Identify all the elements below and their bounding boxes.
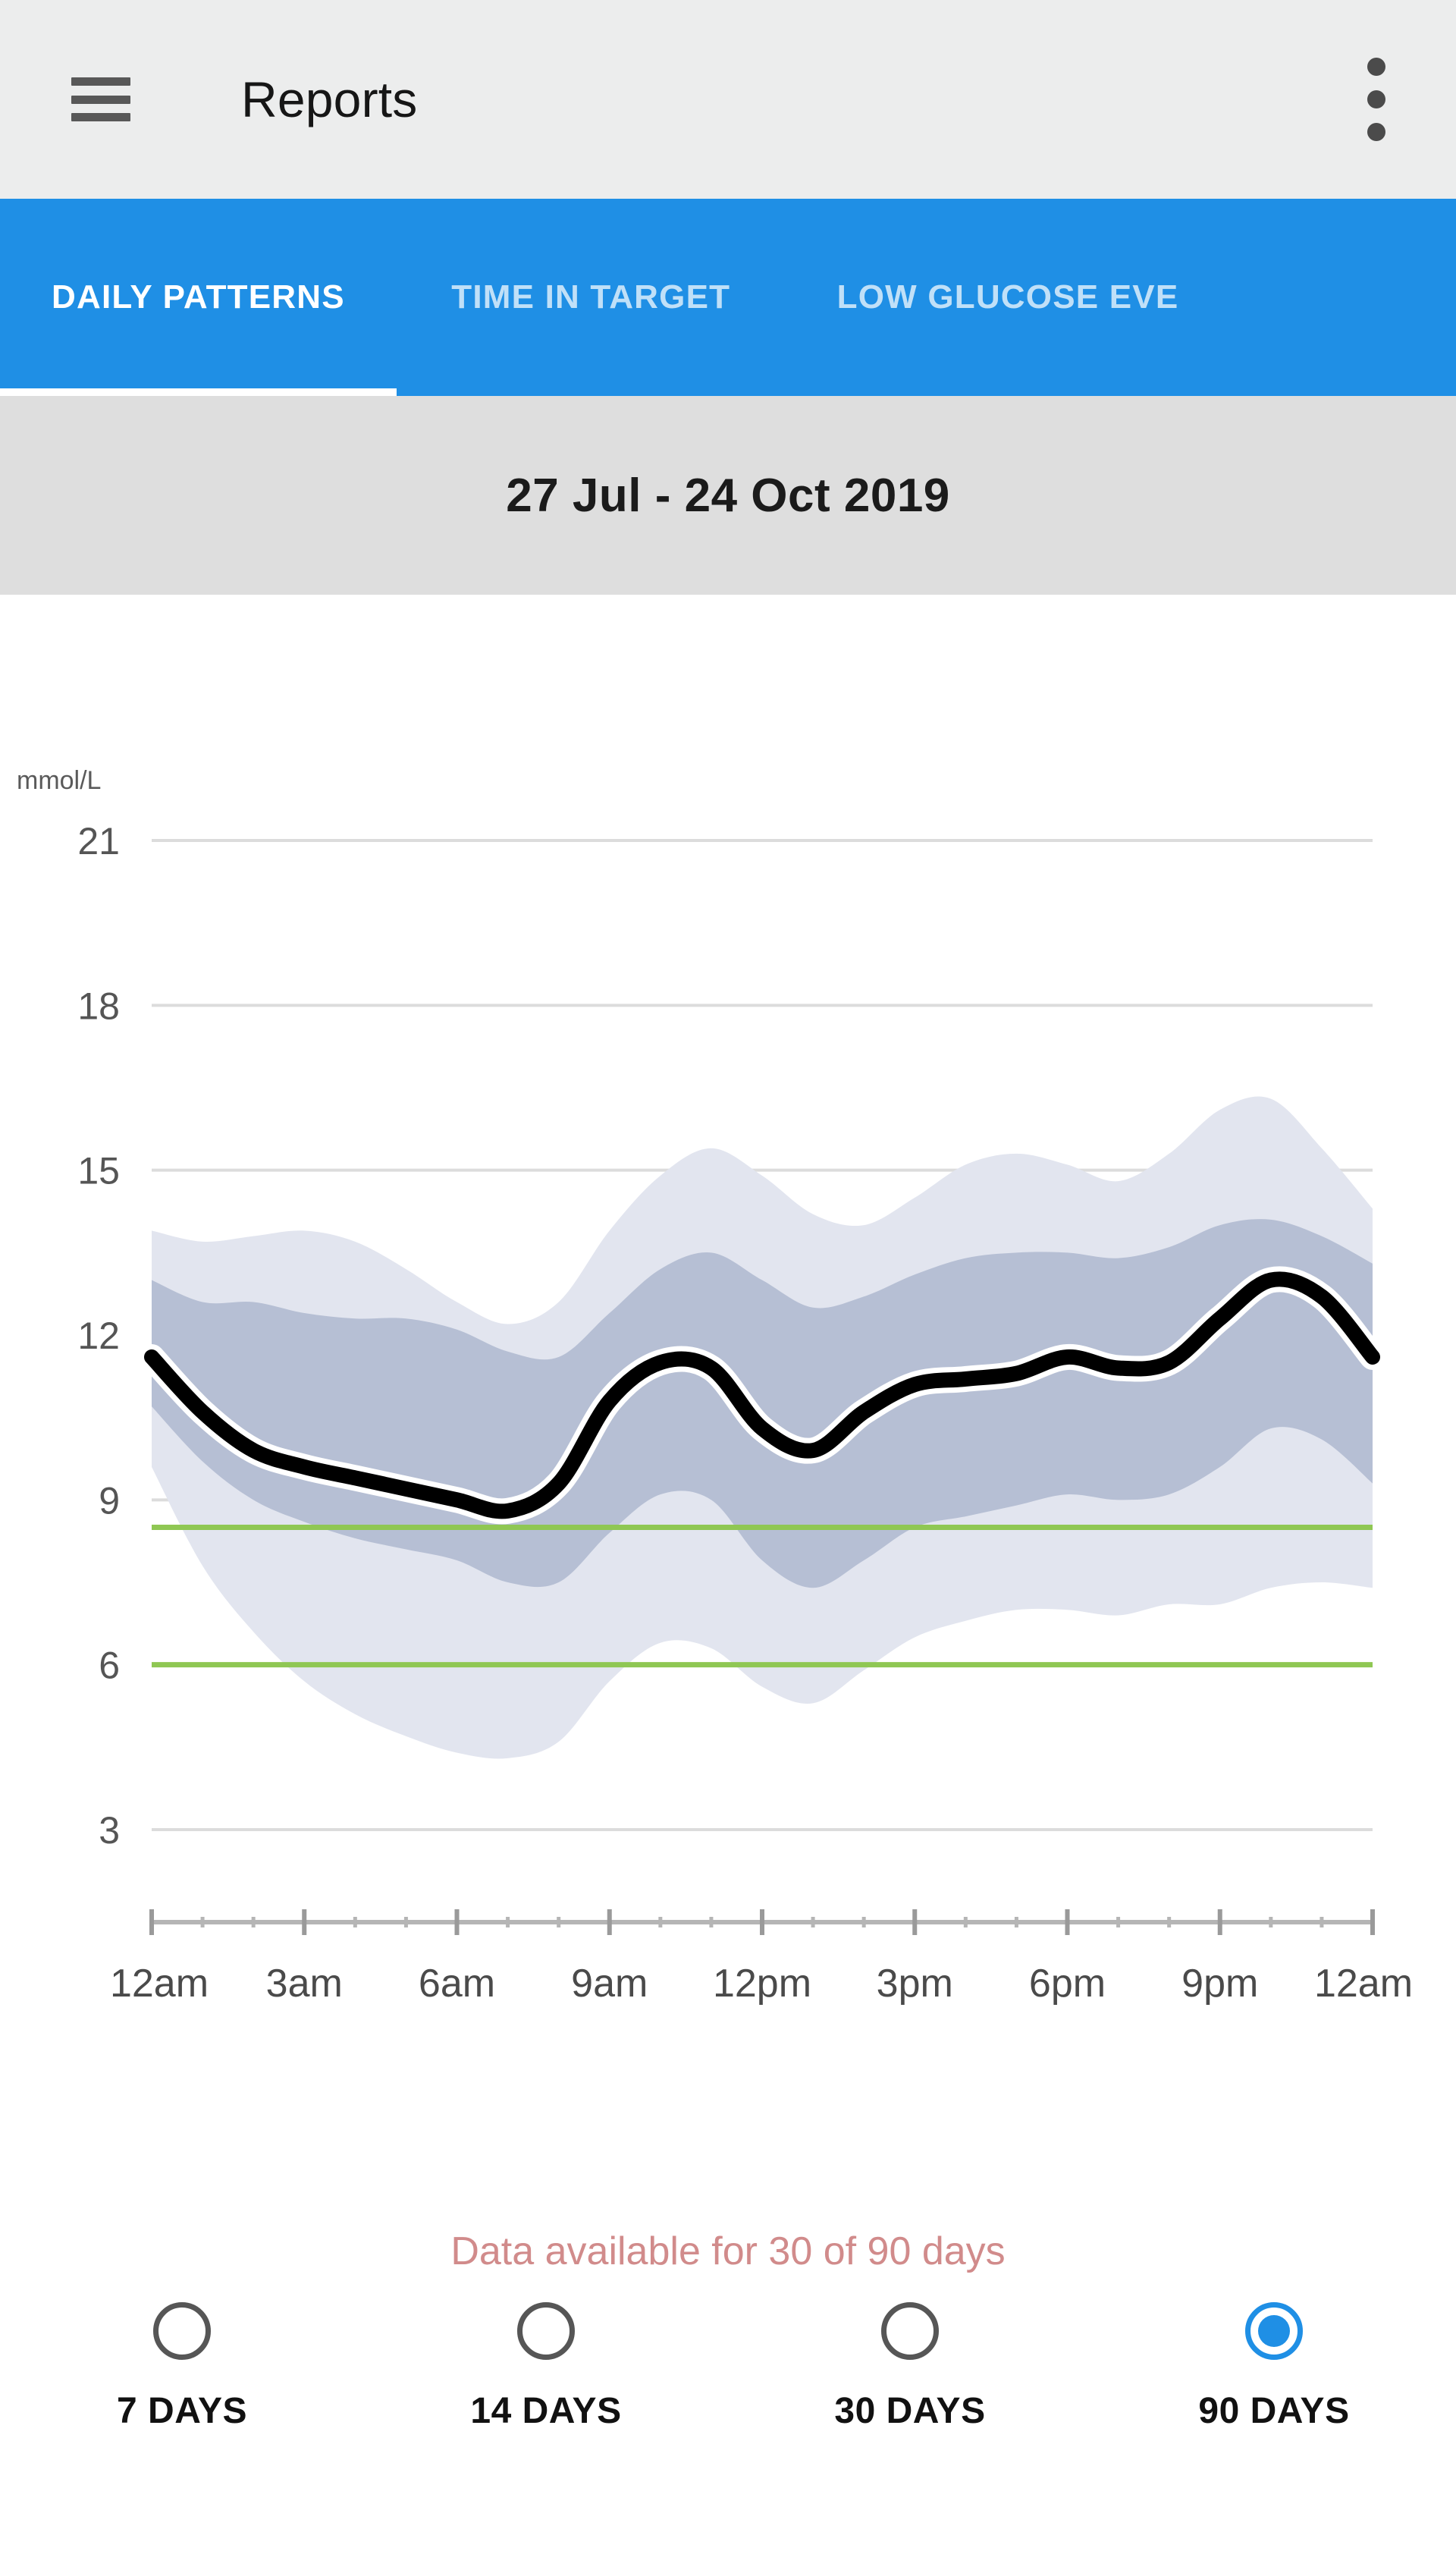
y-axis-tick-label: 3 — [99, 1809, 120, 1852]
y-axis-tick-labels: 21 18 15 12 9 6 3 — [77, 820, 120, 1852]
kebab-dot — [1367, 58, 1385, 76]
y-axis-tick-label: 21 — [77, 820, 120, 862]
x-axis-tick-label: 12am — [1314, 1962, 1413, 2006]
date-range-text: 27 Jul - 24 Oct 2019 — [506, 469, 950, 522]
y-axis-tick-label: 18 — [77, 985, 120, 1027]
x-axis — [149, 1909, 1375, 1935]
radio-circle-icon — [517, 2302, 575, 2360]
radio-circle-icon — [153, 2302, 211, 2360]
range-option-label: 7 DAYS — [117, 2391, 247, 2431]
glucose-percentile-chart: mmol/L 21 18 15 12 9 6 3 12am 3am 6am 9am 12pm 3pm 6… — [17, 766, 1413, 2006]
y-axis-tick-label: 9 — [99, 1479, 120, 1522]
more-vertical-icon[interactable] — [1367, 58, 1386, 141]
range-option-7-days[interactable]: 7 DAYS — [0, 2302, 364, 2432]
tab-bar: DAILY PATTERNS TIME IN TARGET LOW GLUCOS… — [0, 199, 1456, 396]
hamburger-bar — [71, 113, 130, 121]
x-axis-tick-label: 12pm — [713, 1962, 811, 2006]
y-axis-tick-label: 6 — [99, 1645, 120, 1687]
x-axis-tick-label: 9am — [571, 1962, 648, 2006]
hamburger-menu-icon[interactable] — [71, 77, 130, 121]
hamburger-bar — [71, 95, 130, 104]
data-availability-note: Data available for 30 of 90 days — [450, 2229, 1006, 2273]
radio-circle-icon — [881, 2302, 939, 2360]
range-option-label: 90 DAYS — [1198, 2391, 1350, 2431]
y-axis-tick-label: 15 — [77, 1150, 120, 1192]
y-axis-tick-label: 12 — [77, 1315, 120, 1357]
hamburger-bar — [71, 77, 130, 86]
x-axis-tick-labels: 12am 3am 6am 9am 12pm 3pm 6pm 9pm 12am — [110, 1962, 1413, 2006]
tab-time-in-target[interactable]: TIME IN TARGET — [400, 199, 782, 396]
tab-label: DAILY PATTERNS — [52, 278, 345, 316]
y-axis-unit-label: mmol/L — [17, 766, 101, 795]
tab-label: LOW GLUCOSE EVE — [836, 278, 1179, 316]
range-option-30-days[interactable]: 30 DAYS — [728, 2302, 1092, 2432]
tab-daily-patterns[interactable]: DAILY PATTERNS — [0, 199, 397, 396]
range-option-14-days[interactable]: 14 DAYS — [364, 2302, 728, 2432]
x-axis-tick-label: 3pm — [877, 1962, 953, 2006]
range-option-label: 30 DAYS — [834, 2391, 986, 2431]
range-option-label: 14 DAYS — [470, 2391, 622, 2431]
radio-dot-icon — [1258, 2315, 1290, 2347]
tab-label: TIME IN TARGET — [451, 278, 731, 316]
date-range-header[interactable]: 27 Jul - 24 Oct 2019 — [0, 396, 1456, 595]
x-axis-tick-label: 9pm — [1181, 1962, 1258, 2006]
x-axis-tick-label: 6pm — [1029, 1962, 1106, 2006]
kebab-dot — [1367, 90, 1385, 108]
x-axis-tick-label: 12am — [110, 1962, 209, 2006]
page-title: Reports — [241, 71, 418, 127]
reports-screen: Reports DAILY PATTERNS TIME IN TARGET LO… — [0, 0, 1456, 2551]
tab-low-glucose-events[interactable]: LOW GLUCOSE EVE — [786, 199, 1231, 396]
range-selector: 7 DAYS 14 DAYS 30 DAYS 90 DAYS — [0, 2302, 1456, 2515]
daily-patterns-chart: mmol/L 21 18 15 12 9 6 3 12am 3am 6am 9am 12pm 3pm 6… — [0, 595, 1456, 2112]
kebab-dot — [1367, 123, 1385, 141]
radio-circle-icon — [1245, 2302, 1303, 2360]
app-bar: Reports — [0, 0, 1456, 199]
range-option-90-days[interactable]: 90 DAYS — [1092, 2302, 1456, 2432]
x-axis-tick-label: 3am — [266, 1962, 343, 2006]
x-axis-tick-label: 6am — [419, 1962, 495, 2006]
